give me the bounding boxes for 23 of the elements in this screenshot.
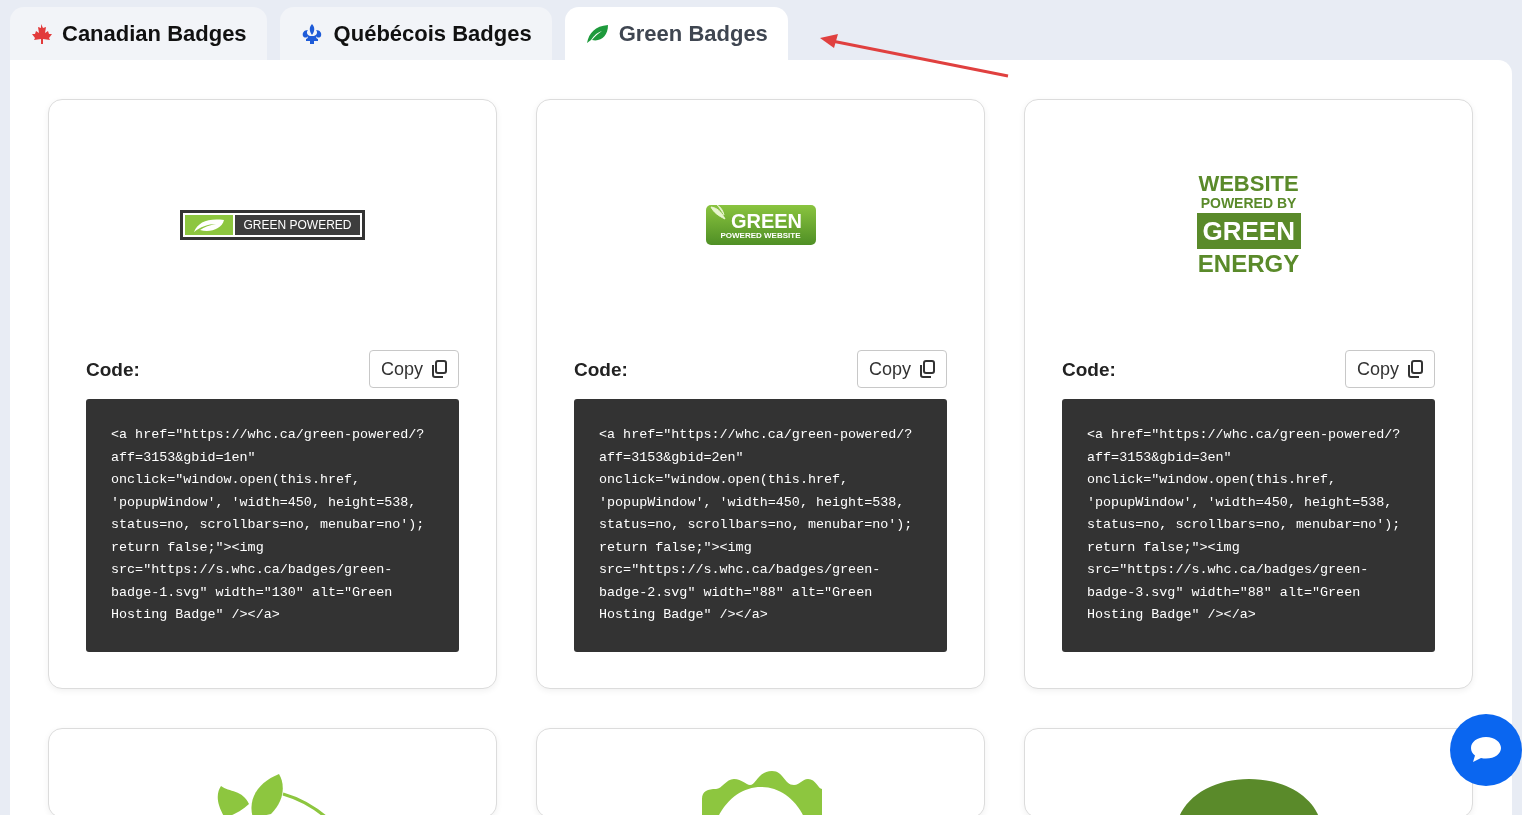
tab[interactable]: Canadian Badges xyxy=(10,7,267,60)
leaf-icon xyxy=(708,205,729,221)
code-label: Code: xyxy=(574,358,628,383)
copy-button[interactable]: Copy xyxy=(856,350,947,388)
code-label: Code: xyxy=(86,358,140,383)
maple-leaf-icon xyxy=(30,22,52,45)
copy-icon xyxy=(431,360,447,378)
code-block: <a href="https://whc.ca/green-powered/? aff=3153&gbid=2en" onclick="window.open(this.href, 'popupWindow', 'width=450, height=538, status=no, scrollbars=no, menubar=no'); return false;"><img src="https://s.whc.ca/badges/green- badge-2.svg" width="88" alt="Green Hosting Badge" /></a> xyxy=(574,399,947,652)
code-label: Code: xyxy=(1062,358,1116,383)
copy-icon xyxy=(919,360,935,378)
code-block: <a href="https://whc.ca/green-powered/? aff=3153&gbid=3en" onclick="window.open(this.href, 'popupWindow', 'width=450, height=538, status=no, scrollbars=no, menubar=no'); return false;"><img src="https://s.whc.ca/badges/green- badge-3.svg" width="88" alt="Green Hosting Badge" /></a> xyxy=(1062,399,1435,652)
code-block: <a href="https://whc.ca/green-powered/? aff=3153&gbid=1en" onclick="window.open(this.href, 'popupWindow', 'width=450, height=538, status=no, scrollbars=no, menubar=no'); return false;"><img src="https://s.whc.ca/badges/green- badge-1.svg" width="130" alt="Green Hosting Badge" /></a> xyxy=(86,399,459,652)
copy-button[interactable]: Copy xyxy=(1344,350,1435,388)
leaf-icon xyxy=(192,217,227,233)
copy-button[interactable]: Copy xyxy=(368,350,459,388)
tab[interactable]: Green Badges xyxy=(564,7,788,60)
powered-badge: GREEN POWERED xyxy=(180,210,365,240)
chat-bubble-icon xyxy=(1469,735,1503,765)
energy-badge: WEBSITE POWERED BY GREEN ENERGY xyxy=(1196,173,1301,277)
leaf-icon xyxy=(584,22,609,45)
powered-website-badge: GREEN POWERED WEBSITE xyxy=(705,205,816,245)
copy-icon xyxy=(1407,360,1423,378)
tab[interactable]: Québécois Badges xyxy=(279,7,552,60)
